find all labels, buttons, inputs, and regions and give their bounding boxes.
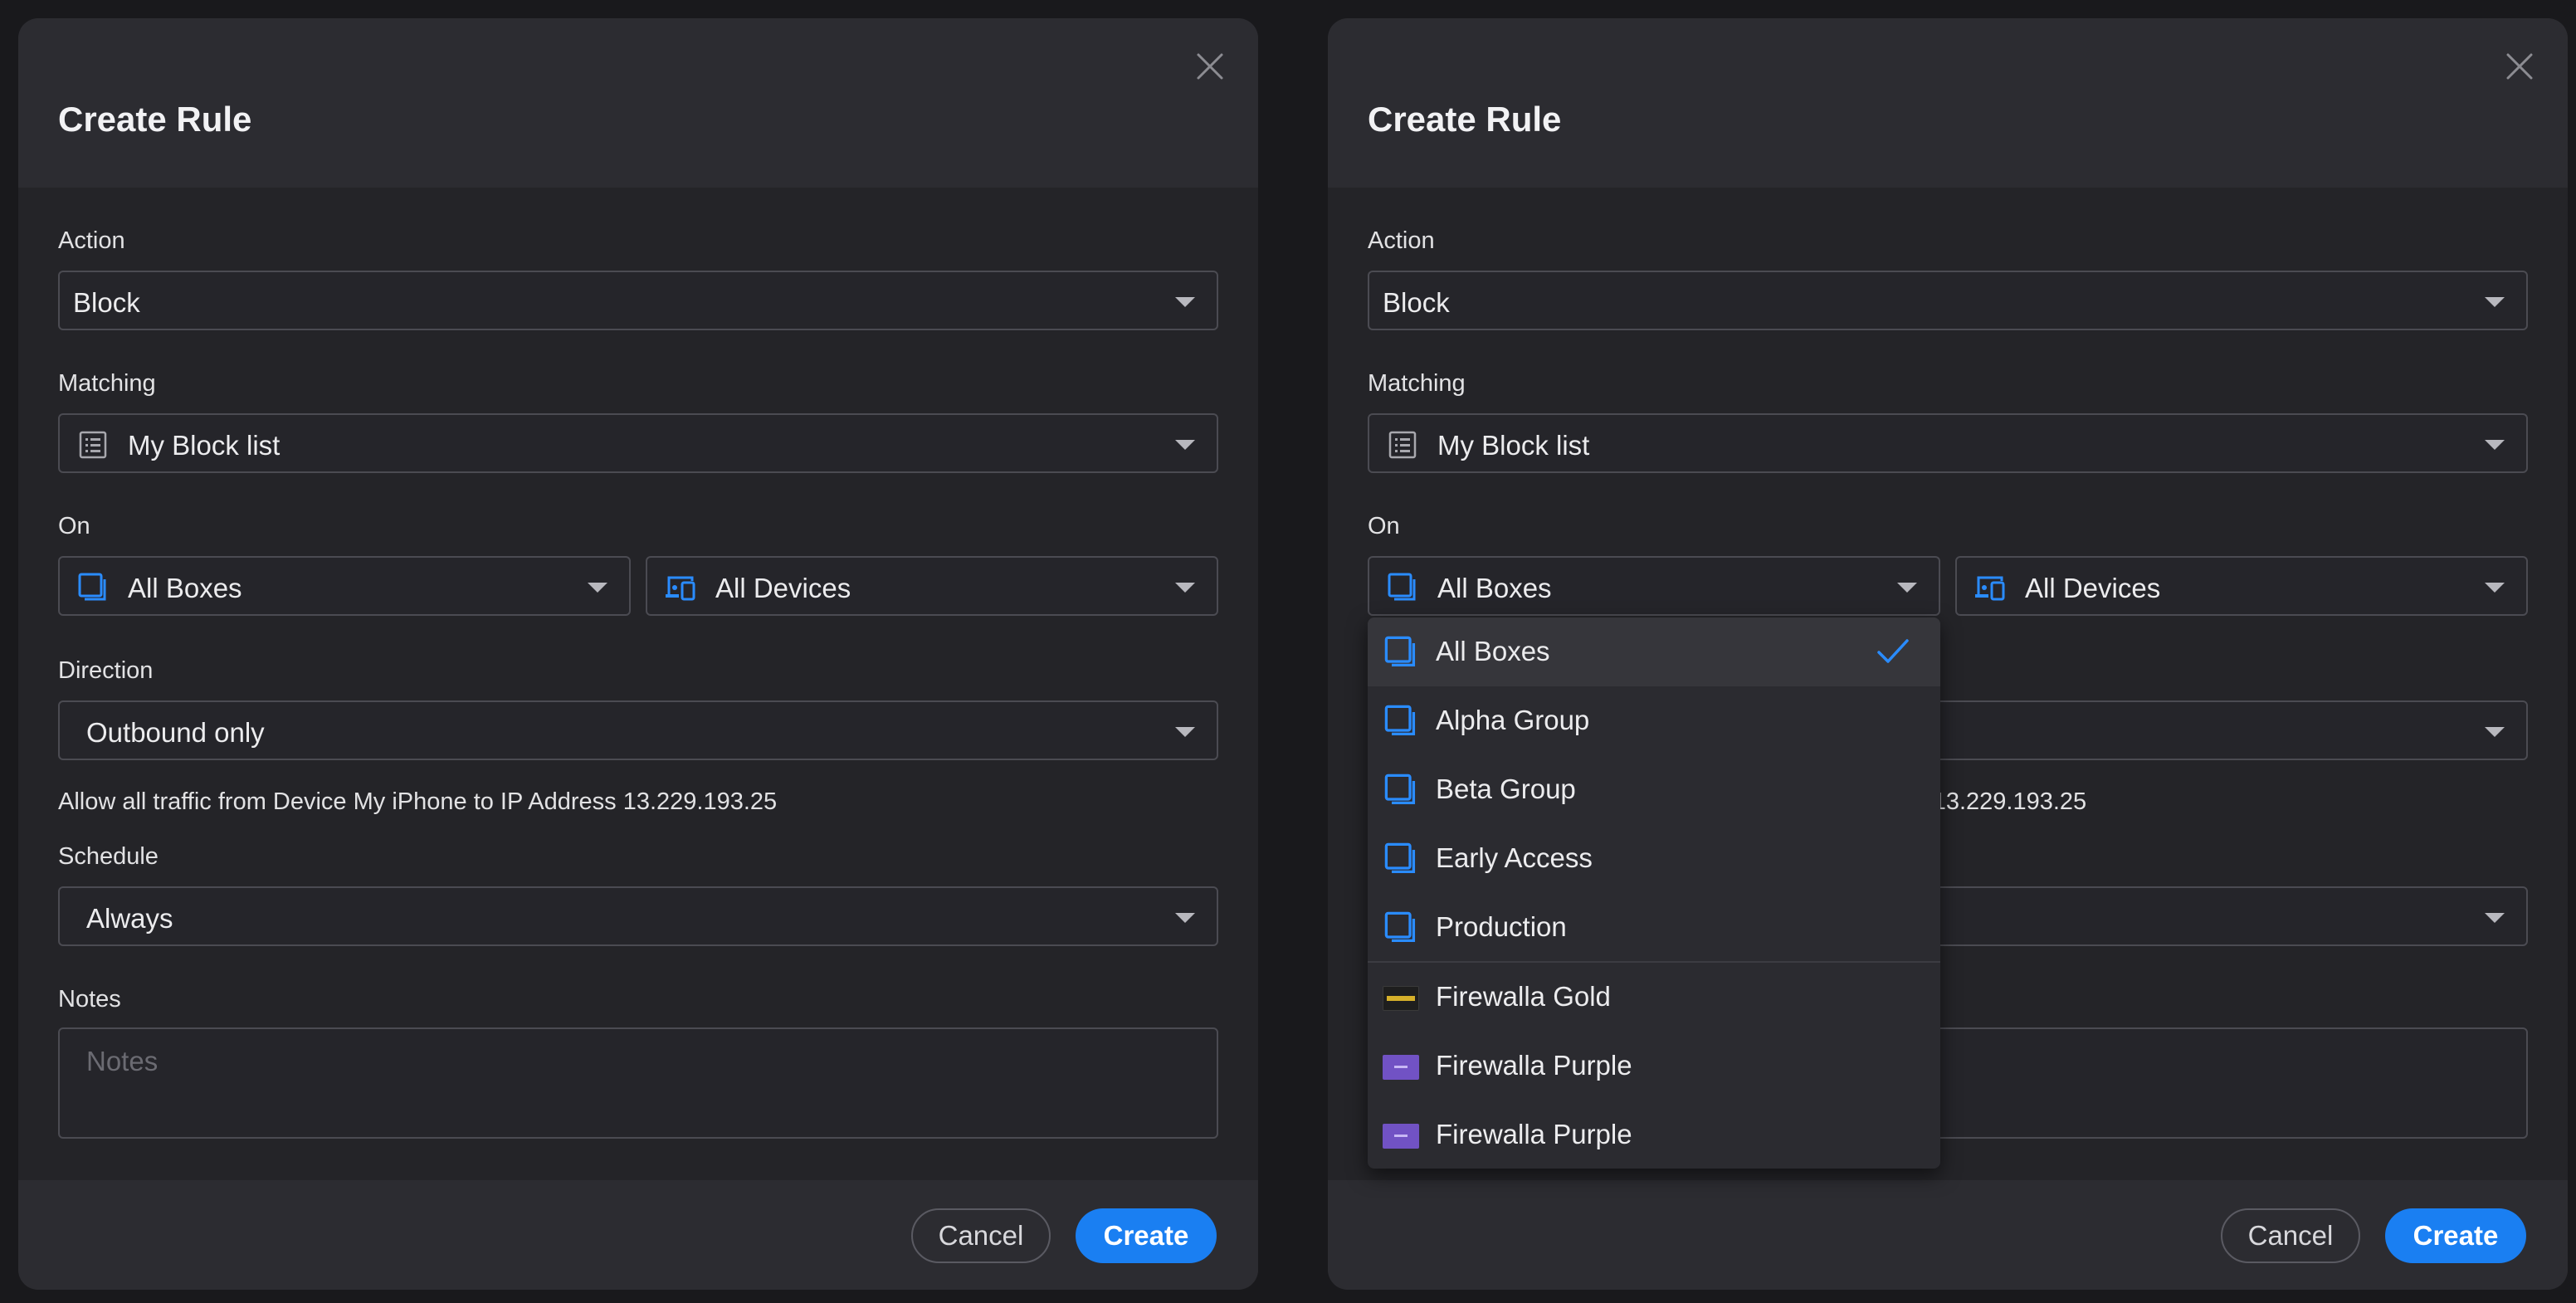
dialog-footer: Cancel Create	[1328, 1180, 2568, 1290]
chevron-down-icon	[2485, 583, 2505, 593]
chevron-down-icon	[588, 583, 607, 593]
menu-item-beta-group[interactable]: Beta Group	[1368, 755, 1940, 824]
schedule-value: Always	[86, 903, 173, 934]
dialog-header: Create Rule	[18, 18, 1258, 188]
menu-item-label: Beta Group	[1436, 774, 1576, 804]
close-icon[interactable]	[1193, 50, 1227, 83]
matching-label: Matching	[1368, 370, 1466, 397]
menu-item-label: Early Access	[1436, 842, 1593, 873]
chevron-down-icon	[1175, 913, 1195, 923]
devices-select[interactable]: All Devices	[1955, 556, 2528, 616]
list-icon	[1386, 428, 1419, 461]
menu-item-label: Firewalla Gold	[1436, 981, 1611, 1012]
matching-value: My Block list	[1437, 430, 1590, 461]
menu-item-label: Firewalla Purple	[1436, 1119, 1632, 1149]
menu-item-label: Alpha Group	[1436, 705, 1590, 735]
boxes-icon	[1383, 772, 1419, 808]
matching-select[interactable]: My Block list	[1368, 413, 2528, 473]
dialog-title: Create Rule	[1368, 100, 1562, 139]
action-value: Block	[1383, 287, 1450, 318]
schedule-label: Schedule	[58, 843, 159, 870]
on-label: On	[1368, 513, 1400, 539]
action-label: Action	[1368, 227, 1435, 254]
dialog-title: Create Rule	[58, 100, 252, 139]
dialog-header: Create Rule	[1328, 18, 2568, 188]
chevron-down-icon	[2485, 440, 2505, 450]
menu-item-alpha-group[interactable]: Alpha Group	[1368, 686, 1940, 755]
action-label: Action	[58, 227, 125, 254]
boxes-icon	[1383, 703, 1419, 739]
menu-item-all-boxes[interactable]: All Boxes	[1368, 617, 1940, 686]
notes-textarea[interactable]: Notes	[58, 1027, 1218, 1139]
on-label: On	[58, 513, 90, 539]
menu-item-firewalla-gold[interactable]: Firewalla Gold	[1368, 963, 1940, 1032]
devices-icon	[1973, 571, 2007, 604]
firewalla-gold-box-icon	[1383, 986, 1419, 1011]
chevron-down-icon	[1897, 583, 1917, 593]
menu-item-firewalla-purple[interactable]: Firewalla Purple	[1368, 1100, 1940, 1169]
create-button[interactable]: Create	[2385, 1208, 2526, 1263]
direction-label: Direction	[58, 657, 154, 684]
matching-label: Matching	[58, 370, 156, 397]
boxes-icon	[1383, 634, 1419, 671]
chevron-down-icon	[2485, 913, 2505, 923]
action-select[interactable]: Block	[1368, 271, 2528, 330]
boxes-select[interactable]: All Boxes	[58, 556, 631, 616]
boxes-value: All Boxes	[128, 573, 242, 603]
schedule-select[interactable]: Always	[58, 886, 1218, 946]
list-icon	[76, 428, 110, 461]
chevron-down-icon	[1175, 297, 1195, 307]
boxes-icon	[1383, 841, 1419, 877]
action-value: Block	[73, 287, 140, 318]
matching-value: My Block list	[128, 430, 281, 461]
close-icon[interactable]	[2503, 50, 2536, 83]
chevron-down-icon	[1175, 727, 1195, 737]
boxes-icon	[76, 571, 110, 604]
menu-item-early-access[interactable]: Early Access	[1368, 824, 1940, 893]
boxes-icon	[1383, 910, 1419, 946]
menu-item-label: Production	[1436, 911, 1567, 942]
devices-icon	[664, 571, 697, 604]
checkmark-icon	[1876, 636, 1910, 667]
chevron-down-icon	[2485, 297, 2505, 307]
boxes-value: All Boxes	[1437, 573, 1552, 603]
menu-item-production[interactable]: Production	[1368, 893, 1940, 962]
notes-label: Notes	[58, 986, 121, 1013]
devices-select[interactable]: All Devices	[646, 556, 1218, 616]
direction-value: Outbound only	[86, 717, 265, 748]
rule-description: Allow all traffic from Device My iPhone …	[58, 788, 778, 815]
boxes-icon	[1386, 571, 1419, 604]
cancel-button[interactable]: Cancel	[911, 1208, 1051, 1263]
direction-select[interactable]: Outbound only	[58, 700, 1218, 760]
create-rule-dialog: Create Rule Action Block Matching My Blo…	[18, 18, 1258, 1290]
menu-item-label: Firewalla Purple	[1436, 1050, 1632, 1081]
menu-item-firewalla-purple[interactable]: Firewalla Purple	[1368, 1032, 1940, 1100]
matching-select[interactable]: My Block list	[58, 413, 1218, 473]
create-button[interactable]: Create	[1076, 1208, 1217, 1263]
boxes-select[interactable]: All Boxes	[1368, 556, 1940, 616]
cancel-button[interactable]: Cancel	[2221, 1208, 2360, 1263]
devices-value: All Devices	[2025, 573, 2161, 603]
dialog-footer: Cancel Create	[18, 1180, 1258, 1290]
firewalla-purple-box-icon	[1383, 1055, 1419, 1080]
boxes-dropdown-menu: All Boxes Alpha Group Beta Group Early A…	[1368, 617, 1940, 1169]
chevron-down-icon	[1175, 440, 1195, 450]
create-rule-dialog: Create Rule Action Block Matching My Blo…	[1328, 18, 2568, 1290]
action-select[interactable]: Block	[58, 271, 1218, 330]
chevron-down-icon	[2485, 727, 2505, 737]
firewalla-purple-box-icon	[1383, 1124, 1419, 1149]
devices-value: All Devices	[715, 573, 851, 603]
chevron-down-icon	[1175, 583, 1195, 593]
menu-item-label: All Boxes	[1436, 636, 1550, 666]
notes-placeholder: Notes	[86, 1046, 159, 1076]
